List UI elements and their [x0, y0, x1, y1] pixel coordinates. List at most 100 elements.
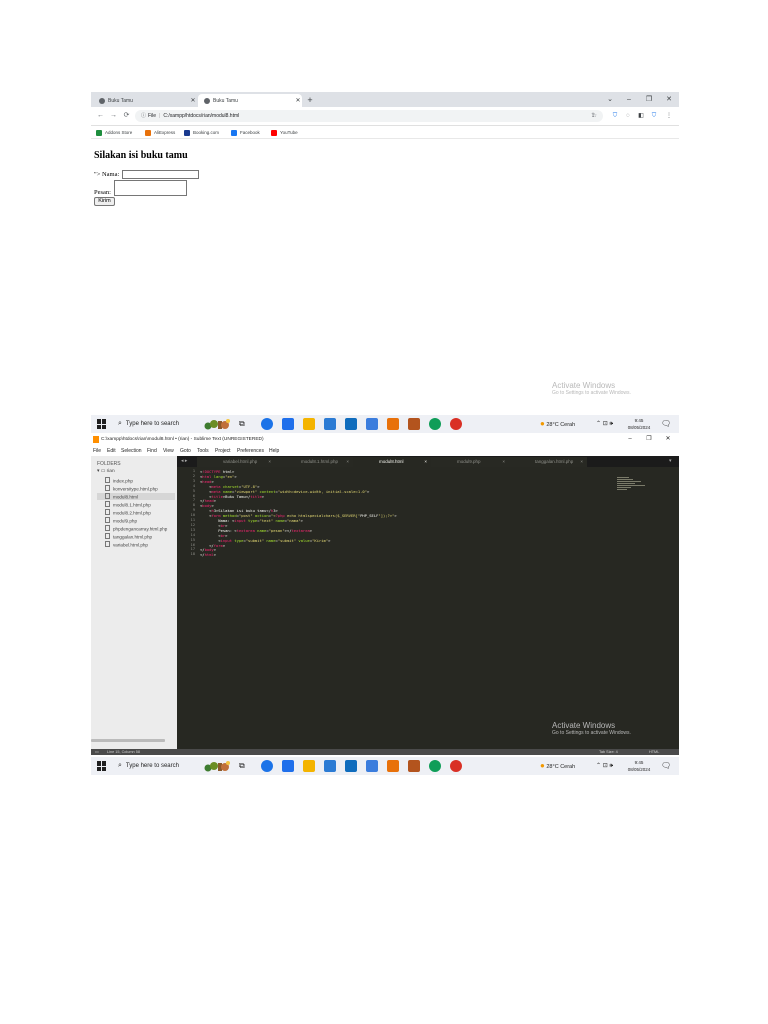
sidebar-file[interactable]: konversitype.html.php [105, 485, 158, 492]
taskbar-clock[interactable]: 9:45 08/05/2024 [626, 759, 652, 773]
bookmark-facebook[interactable]: Facebook [231, 128, 260, 137]
taskbar-search[interactable]: ⌕ Type here to search [114, 417, 198, 431]
menu-selection[interactable]: Selection [121, 446, 142, 456]
chrome-icon[interactable] [429, 760, 441, 772]
file-explorer-icon[interactable] [282, 760, 294, 772]
store-icon[interactable] [324, 760, 336, 772]
sidebar-icon[interactable]: ◧ [637, 111, 645, 121]
sublime-icon[interactable] [387, 760, 399, 772]
weather-status[interactable]: ● 28°C Cerah [540, 415, 575, 433]
vpn-icon[interactable]: ⛉ [650, 111, 658, 121]
folder-icon[interactable] [303, 418, 315, 430]
bookmark-youtube[interactable]: YouTube [271, 128, 298, 137]
close-icon[interactable]: × [502, 457, 505, 467]
restore-button[interactable]: ❐ [641, 93, 657, 106]
windows-start-icon[interactable] [97, 761, 107, 771]
menu-help[interactable]: Help [269, 446, 279, 456]
system-tray-icons[interactable]: ⌃ ⊡ 🕪 [596, 757, 613, 775]
edge-icon[interactable] [261, 760, 273, 772]
menu-view[interactable]: View [163, 446, 174, 456]
submit-button[interactable]: Kirim [94, 197, 115, 206]
sublime-icon[interactable] [387, 418, 399, 430]
sidebar-file[interactable]: tanggalan.html.php [105, 533, 152, 540]
bookmark-booking[interactable]: Booking.com [184, 128, 219, 137]
store-icon[interactable] [324, 418, 336, 430]
extension-icon[interactable]: ◌ [624, 111, 632, 121]
close-icon[interactable]: ✕ [294, 97, 302, 104]
opera-icon[interactable] [450, 418, 462, 430]
weather-widget-icon[interactable] [203, 759, 231, 773]
close-window-button[interactable]: ✕ [661, 93, 677, 106]
task-view-icon[interactable]: ⧉ [239, 415, 245, 433]
syntax-mode[interactable]: HTML [649, 749, 659, 755]
editor-tab[interactable]: modul9.php × [431, 457, 509, 467]
forward-arrow-icon[interactable]: → [108, 110, 119, 122]
sidebar-file[interactable]: modul8.2.html.php [105, 509, 151, 516]
taskbar-search[interactable]: ⌕ Type here to search [114, 759, 198, 773]
weather-status[interactable]: ● 28°C Cerah [540, 757, 575, 775]
editor-tab[interactable]: variabel.html.php × [197, 457, 275, 467]
sidebar-file[interactable]: phpdengancarray.html.php [105, 525, 167, 532]
folder-icon[interactable] [303, 760, 315, 772]
word-icon[interactable] [366, 760, 378, 772]
app-icon[interactable] [408, 418, 420, 430]
tab-search-icon[interactable]: ⌄ [602, 93, 618, 106]
sidebar-scrollbar[interactable] [91, 739, 165, 742]
restore-button[interactable]: ❐ [642, 433, 656, 446]
editor-tab[interactable]: tanggalan.html.php × [509, 457, 587, 467]
close-icon[interactable]: × [580, 457, 583, 467]
sidebar-file[interactable]: variabel.html.php [105, 541, 148, 548]
sidebar-file[interactable]: modul8.1.html.php [105, 501, 151, 508]
editor-tab[interactable]: modul8.1.html.php × [275, 457, 353, 467]
sidebar-file[interactable]: modul9.php [105, 517, 137, 524]
reload-icon[interactable]: ⟳ [121, 110, 132, 122]
minimize-button[interactable]: – [621, 93, 637, 106]
bookmark-aliexpress[interactable]: AliExpress [145, 128, 175, 137]
mail-icon[interactable] [345, 418, 357, 430]
menu-goto[interactable]: Goto [180, 446, 191, 456]
more-vert-icon[interactable]: ⋮ [665, 111, 673, 121]
browser-tab-1[interactable]: Buku Tamu ✕ [93, 94, 197, 107]
share-icon[interactable]: ⇪ [589, 111, 597, 121]
sidebar-file[interactable]: index.php [105, 477, 133, 484]
name-input[interactable] [122, 170, 199, 179]
minimize-button[interactable]: – [623, 433, 637, 446]
notification-icon[interactable]: 🗨 [661, 415, 671, 433]
edge-icon[interactable] [261, 418, 273, 430]
back-arrow-icon[interactable]: ← [95, 110, 106, 122]
menu-project[interactable]: Project [215, 446, 231, 456]
bookmark-addons-store[interactable]: Addons Store [96, 128, 132, 137]
system-tray-icons[interactable]: ⌃ ⊡ 🕪 [596, 415, 613, 433]
shield-icon[interactable]: ⛉ [611, 111, 619, 121]
notification-icon[interactable]: 🗨 [661, 757, 671, 775]
word-icon[interactable] [366, 418, 378, 430]
opera-icon[interactable] [450, 760, 462, 772]
windows-start-icon[interactable] [97, 419, 107, 429]
tab-nav-arrows-icon[interactable]: ◂ ▸ [181, 456, 187, 467]
menu-edit[interactable]: Edit [107, 446, 116, 456]
close-icon[interactable]: × [424, 457, 427, 467]
folder-root[interactable]: ▾ ▭ rian [97, 469, 115, 474]
tab-size[interactable]: Tab Size: 4 [599, 749, 618, 755]
close-window-button[interactable]: ✕ [661, 433, 675, 446]
address-bar[interactable]: ⓘ File | C:/xampp/htdocs/rian/modul8.html ☆ [135, 110, 603, 122]
close-icon[interactable]: × [268, 457, 271, 467]
new-tab-button[interactable]: + [305, 94, 315, 106]
browser-tab-2[interactable]: Buku Tamu ✕ [198, 94, 302, 107]
mail-icon[interactable] [345, 760, 357, 772]
menu-preferences[interactable]: Preferences [237, 446, 264, 456]
close-icon[interactable]: ✕ [189, 97, 197, 104]
taskbar-clock[interactable]: 9:45 08/05/2024 [626, 417, 652, 431]
task-view-icon[interactable]: ⧉ [239, 757, 245, 775]
file-explorer-icon[interactable] [282, 418, 294, 430]
sidebar-file-current[interactable]: modul8.html [97, 493, 175, 500]
code-line[interactable]: </html> [200, 552, 216, 557]
menu-tools[interactable]: Tools [197, 446, 209, 456]
panel-icon[interactable]: ▭ [95, 749, 99, 755]
editor-tab-active[interactable]: modul8.html × [353, 457, 431, 467]
tab-menu-icon[interactable]: ▾ [669, 456, 672, 467]
minimap[interactable] [617, 477, 647, 491]
close-icon[interactable]: × [346, 457, 349, 467]
menu-file[interactable]: File [93, 446, 101, 456]
code-editor[interactable]: 1 2 3 4 5 6 7 8 9 10 11 12 13 14 15 16 17 18 <!DOCTYPE ht… [177, 467, 679, 749]
